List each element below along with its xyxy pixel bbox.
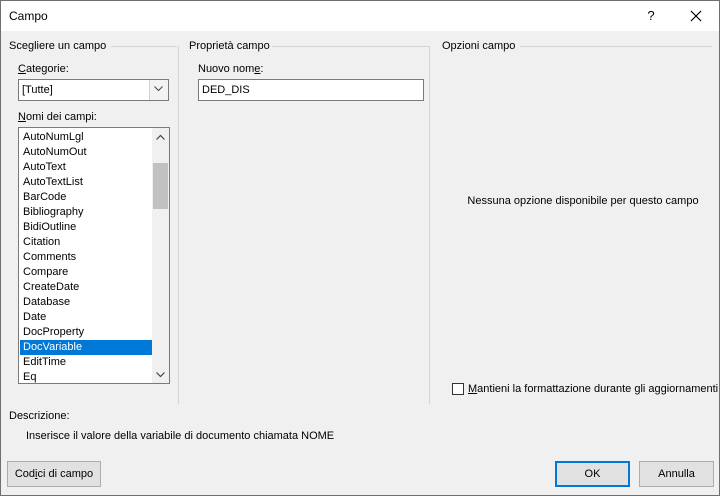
list-item-selected[interactable]: DocVariable	[20, 340, 155, 355]
list-item[interactable]: AutoTextList	[20, 175, 155, 190]
list-item[interactable]: Date	[20, 310, 155, 325]
field-codes-button[interactable]: Codici di campo	[7, 461, 101, 487]
list-item[interactable]: BarCode	[20, 190, 155, 205]
chevron-down-icon	[154, 86, 163, 92]
list-scrollbar[interactable]	[152, 128, 169, 383]
panel-divider-right	[429, 46, 430, 404]
scroll-up-button[interactable]	[152, 128, 169, 145]
ok-button[interactable]: OK	[555, 461, 630, 487]
section-divider	[272, 46, 429, 47]
panel-divider-left	[178, 46, 179, 404]
field-names-list[interactable]: AutoNumLgl AutoNumOut AutoText AutoTextL…	[18, 127, 170, 384]
field-options-section-title: Opzioni campo	[442, 40, 516, 52]
list-item[interactable]: AutoNumOut	[20, 145, 155, 160]
list-item[interactable]: EditTime	[20, 355, 155, 370]
list-item[interactable]: Comments	[20, 250, 155, 265]
categories-dropdown[interactable]: [Tutte]	[18, 79, 169, 101]
list-item[interactable]: AutoNumLgl	[20, 130, 155, 145]
close-icon	[690, 10, 702, 22]
no-options-message: Nessuna opzione disponibile per questo c…	[467, 195, 699, 207]
list-item[interactable]: Database	[20, 295, 155, 310]
dropdown-button[interactable]	[149, 80, 168, 100]
title-bar: Campo ?	[1, 1, 719, 31]
close-button[interactable]	[673, 1, 719, 31]
list-item[interactable]: Eq	[20, 370, 155, 383]
choose-field-section-title: Scegliere un campo	[9, 40, 107, 52]
field-names-label: Nomi dei campi:	[18, 111, 97, 123]
description-title: Descrizione:	[9, 410, 70, 422]
list-item[interactable]: Compare	[20, 265, 155, 280]
new-name-input[interactable]	[198, 79, 424, 101]
chevron-up-icon	[156, 134, 165, 140]
field-dialog: Campo ? Scegliere un campo Categorie: [T…	[0, 0, 720, 496]
description-text: Inserisce il valore della variabile di d…	[26, 430, 335, 442]
field-properties-section-title: Proprietà campo	[189, 40, 270, 52]
cancel-button[interactable]: Annulla	[639, 461, 714, 487]
categories-label: Categorie:	[18, 63, 69, 75]
section-divider	[520, 46, 712, 47]
list-item[interactable]: CreateDate	[20, 280, 155, 295]
chevron-down-icon	[156, 372, 165, 378]
window-title: Campo	[9, 9, 48, 23]
list-item[interactable]: AutoText	[20, 160, 155, 175]
list-item[interactable]: BidiOutline	[20, 220, 155, 235]
list-item[interactable]: Bibliography	[20, 205, 155, 220]
section-divider	[111, 46, 177, 47]
scroll-thumb[interactable]	[153, 163, 168, 209]
help-button[interactable]: ?	[633, 1, 669, 31]
preserve-formatting-checkbox[interactable]	[452, 383, 464, 395]
categories-value: [Tutte]	[22, 84, 53, 96]
list-item[interactable]: Citation	[20, 235, 155, 250]
preserve-formatting-label[interactable]: Mantieni la formattazione durante gli ag…	[468, 383, 718, 395]
new-name-label: Nuovo nome:	[198, 63, 264, 75]
list-item[interactable]: DocProperty	[20, 325, 155, 340]
scroll-down-button[interactable]	[152, 366, 169, 383]
